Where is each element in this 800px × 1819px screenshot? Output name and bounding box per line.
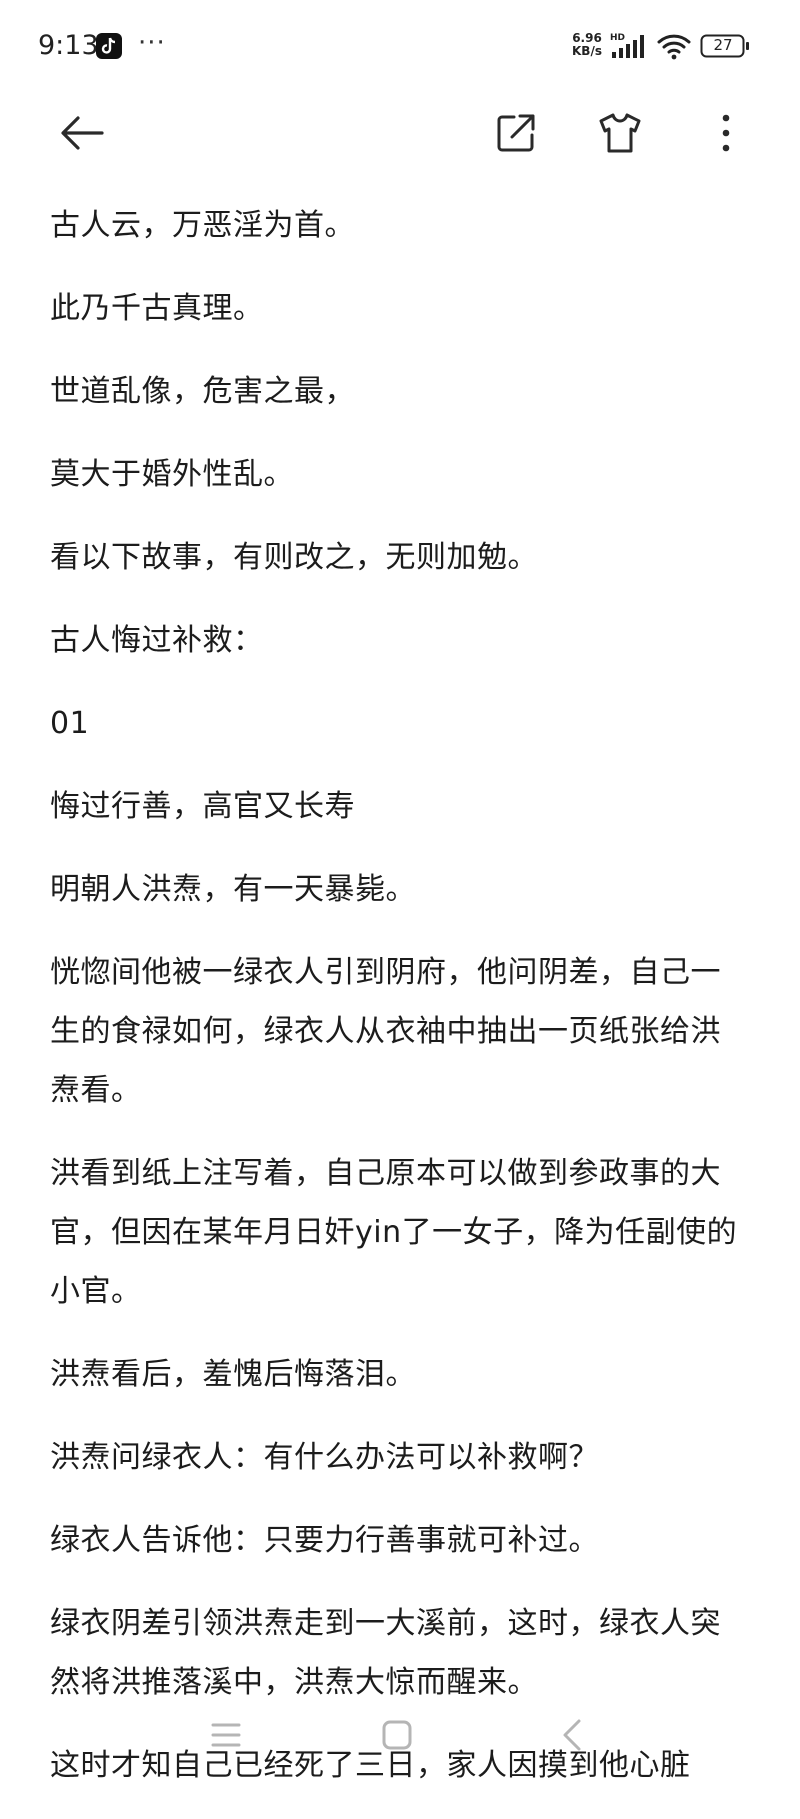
battery-level: 27 [713, 36, 733, 54]
arrow-left-icon [61, 116, 104, 150]
share-external-icon [497, 114, 535, 152]
home-button[interactable] [375, 1713, 419, 1757]
more-notifications-icon: ··· [138, 28, 166, 58]
section-number: 01 [50, 706, 90, 741]
article-body: 古人云，万恶淫为首。 此乃千古真理。 世道乱像，危害之最， 莫大于婚外性乱。 看… [50, 196, 750, 1819]
system-back-button[interactable] [550, 1713, 594, 1757]
network-speed-unit: KB/s [572, 44, 602, 58]
paragraph: 洪焘问绿衣人：有什么办法可以补救啊？ [50, 1440, 599, 1475]
t-shirt-icon [599, 113, 641, 153]
tiktok-notification-icon [96, 33, 122, 59]
recent-apps-button[interactable] [204, 1713, 248, 1757]
square-home-icon [382, 1720, 412, 1750]
paragraph: 洪焘看后，羞愧后悔落泪。 [50, 1357, 416, 1392]
paragraph: 此乃千古真理。 [50, 291, 264, 326]
more-vertical-icon [722, 114, 730, 152]
paragraph: 莫大于婚外性乱。 [50, 457, 294, 492]
paragraph: 古人悔过补救： [50, 623, 264, 658]
back-button[interactable] [50, 101, 114, 165]
status-bar: 9:13 ··· 6.96 KB/s HD 27 [0, 0, 800, 96]
paragraph: 明朝人洪焘，有一天暴毙。 [50, 872, 416, 907]
menu-lines-icon [211, 1723, 241, 1747]
paragraph: 世道乱像，危害之最， [50, 374, 355, 409]
top-toolbar [0, 96, 800, 206]
section-heading: 悔过行善，高官又长寿 [50, 789, 355, 824]
paragraph: 恍惚间他被一绿衣人引到阴府，他问阴差，自己一生的食禄如何，绿衣人从衣袖中抽出一页… [50, 955, 721, 1108]
network-label: HD [610, 33, 625, 43]
paragraph: 看以下故事，有则改之，无则加勉。 [50, 540, 538, 575]
cellular-signal-icon: HD [610, 32, 648, 60]
paragraph: 古人云，万恶淫为首。 [50, 208, 355, 243]
chevron-left-icon [563, 1719, 581, 1751]
more-options-button[interactable] [694, 101, 758, 165]
wifi-icon [656, 32, 692, 60]
status-time: 9:13 [38, 30, 99, 61]
share-button[interactable] [484, 101, 548, 165]
paragraph: 洪看到纸上注写着，自己原本可以做到参政事的大官，但因在某年月日奸yin了一女子，… [50, 1156, 738, 1309]
theme-button[interactable] [588, 101, 652, 165]
paragraph: 绿衣人告诉他：只要力行善事就可补过。 [50, 1523, 599, 1558]
network-speed: 6.96 KB/s [570, 32, 604, 58]
